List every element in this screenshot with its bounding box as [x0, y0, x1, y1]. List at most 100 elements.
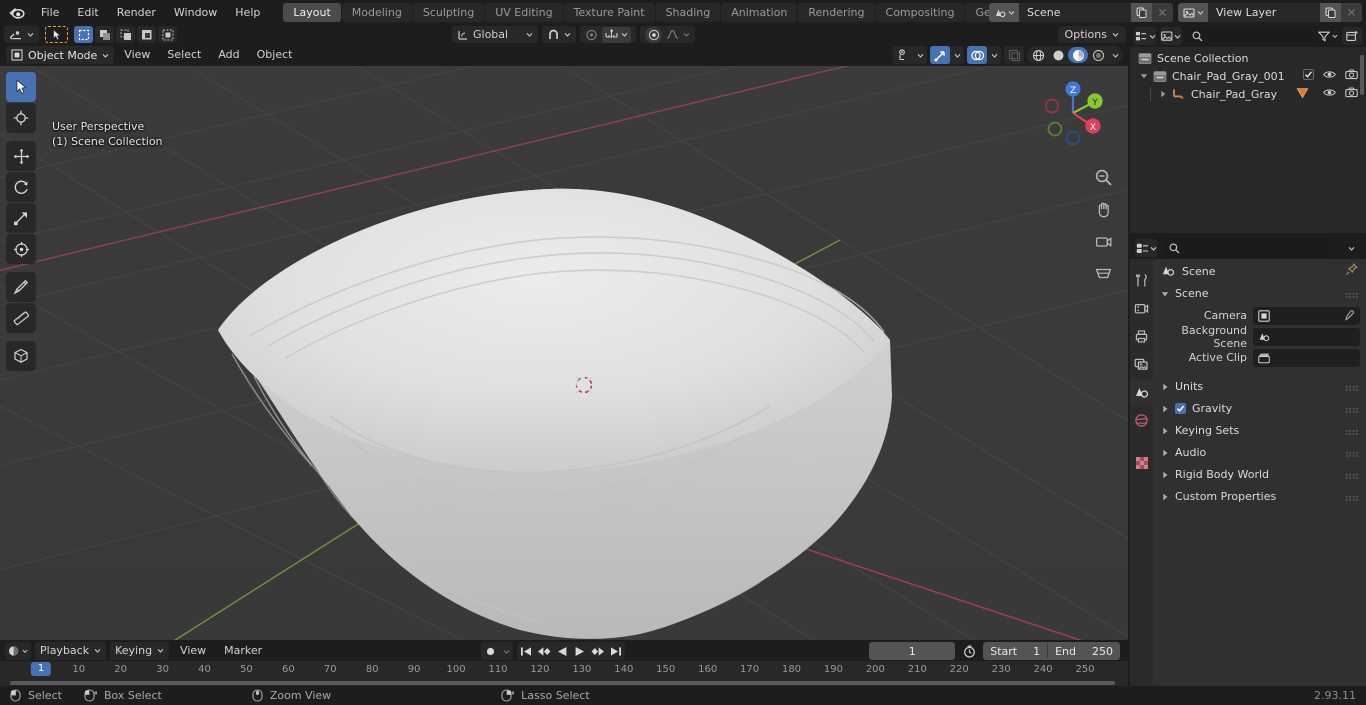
- zoom-icon[interactable]: [1090, 164, 1116, 190]
- outliner-row-chair-pad-gray[interactable]: Chair_Pad_Gray: [1130, 85, 1366, 103]
- disclosure-triangle-right-icon[interactable]: [1159, 90, 1167, 98]
- xray-toggle-icon[interactable]: [1004, 46, 1024, 64]
- workspace-tab-modeling[interactable]: Modeling: [341, 3, 412, 22]
- properties-section-keying-sets[interactable]: Keying Sets: [1153, 420, 1366, 441]
- select-subtract-icon[interactable]: [116, 26, 135, 43]
- menu-window[interactable]: Window: [165, 3, 226, 22]
- overlays-group[interactable]: [967, 46, 1001, 64]
- unlink-scene-button[interactable]: [1152, 3, 1173, 22]
- select-invert-icon[interactable]: [137, 26, 156, 43]
- workspace-tab-compositing[interactable]: Compositing: [875, 3, 965, 22]
- pin-icon[interactable]: [1345, 263, 1358, 279]
- active-tool-icon[interactable]: [45, 26, 68, 43]
- tool-add-cube[interactable]: [6, 341, 36, 371]
- workspace-tab-texture-paint[interactable]: Texture Paint: [563, 3, 655, 22]
- outliner-scrollbar[interactable]: [1360, 55, 1364, 95]
- new-collection-icon[interactable]: [1342, 27, 1362, 45]
- auto-keying-group[interactable]: [481, 642, 513, 660]
- object-types-visibility-group[interactable]: [893, 46, 927, 64]
- 3d-viewport[interactable]: Object Mode View Select Add Object User …: [0, 44, 1128, 640]
- menu-help[interactable]: Help: [226, 3, 269, 22]
- start-frame-field[interactable]: Start 1: [983, 642, 1047, 660]
- object-types-visibility-icon[interactable]: [893, 46, 913, 64]
- workspace-tab-shading[interactable]: Shading: [655, 3, 721, 22]
- properties-tab-view-layer[interactable]: [1130, 352, 1153, 377]
- tool-scale[interactable]: [6, 203, 36, 233]
- play-reverse-icon[interactable]: [553, 642, 571, 660]
- properties-section-audio[interactable]: Audio: [1153, 442, 1366, 463]
- properties-section-units[interactable]: Units: [1153, 376, 1366, 397]
- properties-tab-scene[interactable]: [1130, 380, 1153, 405]
- properties-section-rigid-body-world[interactable]: Rigid Body World: [1153, 464, 1366, 485]
- current-frame-field[interactable]: 1: [869, 642, 956, 660]
- overlays-chevron-down-icon[interactable]: [987, 46, 1001, 64]
- timeline-menu-keying[interactable]: Keying: [110, 641, 170, 660]
- timeline-editor-icon[interactable]: [5, 641, 31, 660]
- new-view-layer-button[interactable]: [1320, 3, 1341, 22]
- proportional-edit-toggle-icon[interactable]: [645, 26, 663, 43]
- snap-group[interactable]: [542, 26, 577, 43]
- viewport-menu-add[interactable]: Add: [211, 46, 246, 64]
- jump-to-prev-keyframe-icon[interactable]: [535, 642, 553, 660]
- timeline-menu-marker[interactable]: Marker: [217, 642, 269, 660]
- gizmo-group[interactable]: [930, 46, 964, 64]
- workspace-tab-sculpting[interactable]: Sculpting: [412, 3, 485, 22]
- properties-section-gravity[interactable]: Gravity: [1153, 398, 1366, 419]
- view-layer-name[interactable]: View Layer: [1208, 3, 1320, 22]
- timeline-menu-view[interactable]: View: [173, 642, 213, 660]
- workspace-tab-animation[interactable]: Animation: [721, 3, 798, 22]
- properties-tab-render[interactable]: [1130, 296, 1153, 321]
- timeline-horizontal-scrollbar[interactable]: [10, 681, 1115, 685]
- eye-icon[interactable]: [1323, 69, 1336, 83]
- material-preview-shading-icon[interactable]: [1068, 47, 1088, 63]
- transform-orientation-dropdown[interactable]: Global: [452, 26, 539, 43]
- camera-view-icon[interactable]: [1090, 228, 1116, 254]
- eye-icon[interactable]: [1323, 87, 1336, 101]
- tool-transform[interactable]: [6, 234, 36, 264]
- gizmo-icon[interactable]: [930, 46, 950, 64]
- outliner-display-mode-icon[interactable]: [1134, 27, 1156, 45]
- scene-name[interactable]: Scene: [1019, 3, 1131, 22]
- properties-panel-scene-header[interactable]: Scene: [1153, 283, 1366, 304]
- editor-type-icon[interactable]: [4, 26, 39, 43]
- gizmo-chevron-down-icon[interactable]: [950, 46, 964, 64]
- object-types-chevron-down-icon[interactable]: [913, 46, 927, 64]
- mesh-data-icon[interactable]: [1296, 87, 1309, 102]
- interaction-mode-dropdown[interactable]: Object Mode: [6, 46, 115, 64]
- properties-section-custom-properties[interactable]: Custom Properties: [1153, 486, 1366, 507]
- options-dropdown[interactable]: Options: [1057, 26, 1126, 43]
- tool-cursor[interactable]: [6, 103, 36, 133]
- auto-keying-chevron-down-icon[interactable]: [499, 642, 513, 660]
- use-preview-range-icon[interactable]: [959, 642, 979, 660]
- xray-group[interactable]: [1004, 46, 1024, 64]
- properties-editor-icon[interactable]: [1135, 239, 1157, 257]
- menu-file[interactable]: File: [32, 3, 68, 22]
- select-intersect-icon[interactable]: [158, 26, 177, 43]
- workspace-tab-layout[interactable]: Layout: [283, 3, 341, 22]
- tool-rotate[interactable]: [6, 172, 36, 202]
- gravity-checkbox[interactable]: [1175, 403, 1186, 414]
- view-layer-selector[interactable]: View Layer: [1178, 3, 1362, 22]
- viewport-menu-select[interactable]: Select: [160, 46, 208, 64]
- collection-checkbox[interactable]: [1303, 69, 1314, 83]
- auto-keying-record-icon[interactable]: [481, 642, 499, 660]
- remove-view-layer-button[interactable]: [1341, 3, 1362, 22]
- outliner-filter-id-icon[interactable]: [1160, 27, 1182, 45]
- outliner-filter-icon[interactable]: [1317, 27, 1338, 45]
- properties-tab-tool[interactable]: [1130, 268, 1153, 293]
- eyedropper-icon[interactable]: [1343, 309, 1355, 325]
- properties-tab-world[interactable]: [1130, 408, 1153, 433]
- outliner-search-input[interactable]: [1186, 27, 1313, 45]
- timeline-menu-playback[interactable]: Playback: [35, 641, 107, 660]
- blender-logo-icon[interactable]: [0, 5, 32, 20]
- tool-measure[interactable]: [6, 303, 36, 333]
- timeline-ruler[interactable]: 1 10 20 30 40 50 60 70 80 90 100 110 120 130 140 150 16…: [0, 661, 1128, 680]
- outliner-row-chair-pad-gray-001[interactable]: Chair_Pad_Gray_001: [1130, 67, 1366, 85]
- camera-field[interactable]: [1253, 306, 1360, 325]
- new-scene-button[interactable]: [1131, 3, 1152, 22]
- properties-tab-output[interactable]: [1130, 324, 1153, 349]
- camera-icon[interactable]: [1345, 87, 1358, 101]
- shading-chevron-down-icon[interactable]: [1108, 46, 1122, 64]
- outliner-editor[interactable]: Scene Collection Chair_Pad_Gray_001 Chai…: [1130, 25, 1366, 233]
- disclosure-triangle-down-icon[interactable]: [1140, 72, 1148, 80]
